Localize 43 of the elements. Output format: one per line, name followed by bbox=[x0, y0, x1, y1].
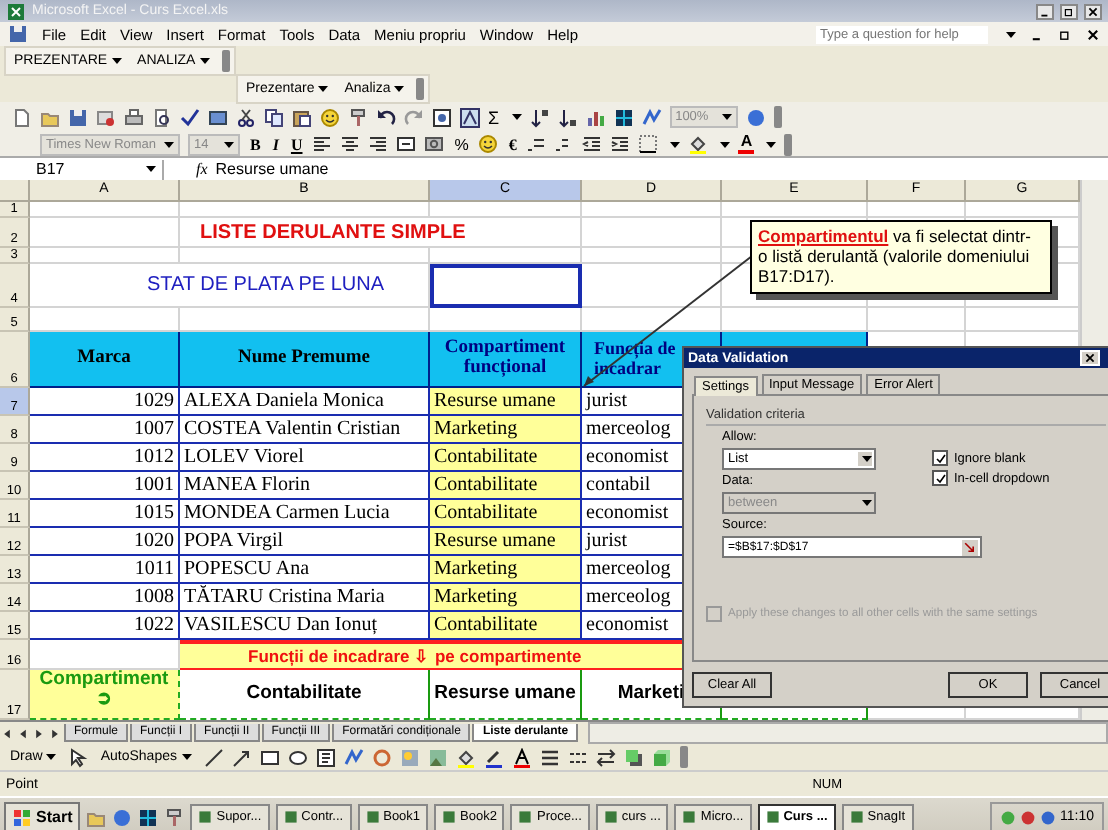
euro-button[interactable]: € bbox=[506, 135, 519, 153]
table-cell: 1022 bbox=[30, 612, 180, 640]
table-cell: 1011 bbox=[30, 556, 180, 584]
cell-reference: B17 bbox=[36, 160, 65, 178]
autosum-button[interactable]: Σ bbox=[488, 107, 500, 127]
callout-tooltip: Compartimentul va fi selectat dintr-o listă derulantă (valorile domeniului B17:D17). bbox=[750, 220, 1052, 294]
table-cell: MANEA Florin bbox=[180, 472, 430, 500]
table-cell: Compartiment ➲ bbox=[30, 670, 180, 720]
sheet-subtitle: STAT DE PLATA PE LUNA bbox=[30, 264, 430, 308]
table-cell: LOLEV Viorel bbox=[180, 444, 430, 472]
dropdown-cell[interactable]: Resurse umane bbox=[430, 388, 582, 416]
underline-button[interactable]: U bbox=[288, 135, 305, 153]
table-cell: MONDEA Carmen Lucia bbox=[180, 500, 430, 528]
table-cell: 1008 bbox=[30, 584, 180, 612]
table-cell: 1012 bbox=[30, 444, 180, 472]
dropdown-cell[interactable]: Resurse umane bbox=[430, 528, 582, 556]
italic-button[interactable]: I bbox=[270, 135, 281, 153]
table-cell: POPESCU Ana bbox=[180, 556, 430, 584]
dropdown-cell[interactable]: Marketing bbox=[430, 584, 582, 612]
column-heading: Nume Premume bbox=[180, 332, 430, 388]
percent-button[interactable]: % bbox=[452, 135, 471, 153]
column-heading: Compartiment funcțional bbox=[430, 332, 582, 388]
table-cell: 1029 bbox=[30, 388, 180, 416]
column-heading: Marca bbox=[30, 332, 180, 388]
bold-button[interactable]: B bbox=[248, 135, 263, 153]
table-cell: 1007 bbox=[30, 416, 180, 444]
sheet-title: LISTE DERULANTE SIMPLE bbox=[180, 218, 582, 248]
table-cell: POPA Virgil bbox=[180, 528, 430, 556]
dropdown-cell[interactable]: Contabilitate bbox=[430, 500, 582, 528]
function-label[interactable]: fx bbox=[196, 160, 208, 178]
table-cell: 1015 bbox=[30, 500, 180, 528]
table-cell: 1020 bbox=[30, 528, 180, 556]
table-cell: COSTEA Valentin Cristian bbox=[180, 416, 430, 444]
dropdown-cell[interactable]: Marketing bbox=[430, 416, 582, 444]
dropdown-cell[interactable]: Contabilitate bbox=[430, 444, 582, 472]
dropdown-cell[interactable]: Contabilitate bbox=[430, 612, 582, 640]
start-button[interactable]: Start bbox=[4, 802, 81, 830]
dropdown-cell[interactable]: Contabilitate bbox=[430, 472, 582, 500]
table-cell: TĂTARU Cristina Maria bbox=[180, 584, 430, 612]
table-cell: 1001 bbox=[30, 472, 180, 500]
table-cell: ALEXA Daniela Monica bbox=[180, 388, 430, 416]
dropdown-cell[interactable]: Marketing bbox=[430, 556, 582, 584]
formula-field[interactable]: Resurse umane bbox=[215, 160, 329, 178]
